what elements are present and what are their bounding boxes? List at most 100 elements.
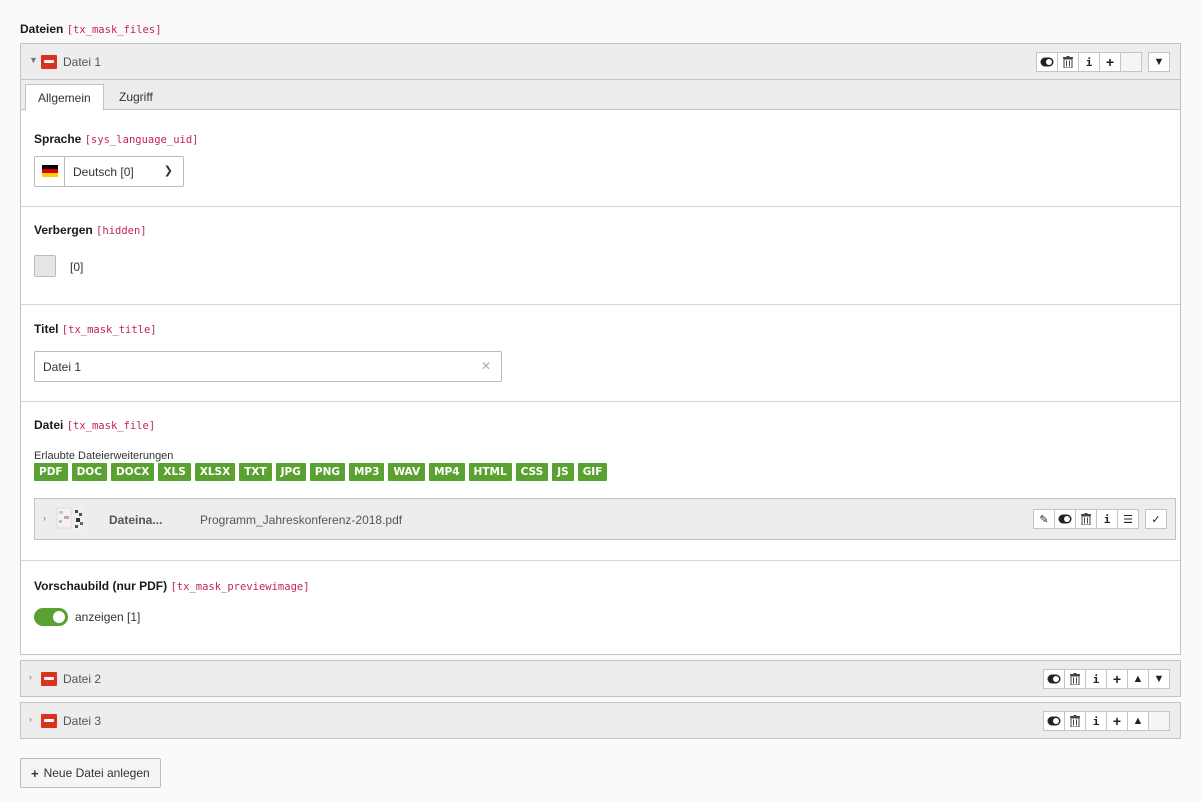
extension-badges: PDF DOC DOCX XLS XLSX TXT JPG PNG MP3 WA… — [34, 463, 611, 481]
checkmark-icon[interactable]: ✓ — [1145, 509, 1167, 529]
record-title: Datei 2 — [63, 672, 102, 686]
section-label: Dateien — [20, 22, 64, 36]
extension-badge: CSS — [515, 463, 549, 481]
field-hidden: Verbergen [hidden] [0] — [21, 207, 1180, 305]
label-text: Datei — [34, 418, 64, 432]
info-icon[interactable]: i — [1085, 669, 1107, 689]
hidden-checkbox[interactable] — [34, 255, 56, 277]
info-icon[interactable]: i — [1085, 711, 1107, 731]
field-code: [sys_language_uid] — [84, 134, 199, 146]
move-down-icon[interactable]: ▼ — [1148, 669, 1170, 689]
info-icon[interactable]: i — [1078, 52, 1100, 72]
label-text: Vorschaubild (nur PDF) — [34, 579, 168, 593]
pdf-file-icon — [41, 672, 57, 686]
extensions-label: Erlaubte Dateierweiterungen — [34, 450, 174, 462]
record-controls: i + ▲ — [1043, 711, 1170, 731]
section-title: Dateien [tx_mask_files] — [20, 22, 162, 36]
delete-icon[interactable] — [1075, 509, 1097, 529]
expand-arrow-icon[interactable]: › — [43, 513, 46, 523]
file-thumbnail — [55, 504, 101, 534]
file-controls: ✎ i ☰ ✓ — [1033, 509, 1167, 529]
empty-control — [1120, 52, 1142, 72]
field-file: Datei [tx_mask_file] Erlaubte Dateierwei… — [21, 402, 1180, 561]
extension-badge: JS — [552, 463, 574, 481]
extension-badge: DOCX — [110, 463, 155, 481]
expand-arrow-icon[interactable]: › — [29, 672, 32, 682]
delete-icon[interactable] — [1064, 669, 1086, 689]
extension-badge: TXT — [239, 463, 272, 481]
chevron-down-icon: ❯ — [163, 165, 173, 177]
edit-pencil-icon[interactable]: ✎ — [1033, 509, 1055, 529]
clear-icon[interactable]: ✕ — [481, 359, 491, 373]
toggle-visibility-icon[interactable] — [1043, 711, 1065, 731]
extension-badge: HTML — [468, 463, 512, 481]
extension-badge: MP3 — [348, 463, 385, 481]
record-header-datei-1[interactable]: ▼ Datei 1 i + ▼ — [20, 43, 1181, 80]
new-file-button[interactable]: + Neue Datei anlegen — [20, 758, 161, 788]
label-text: Sprache — [34, 132, 82, 146]
tab-allgemein[interactable]: Allgemein — [25, 84, 104, 111]
label-text: Verbergen — [34, 223, 93, 237]
toggle-visibility-icon[interactable] — [1036, 52, 1058, 72]
delete-icon[interactable] — [1057, 52, 1079, 72]
extension-badge: PNG — [309, 463, 345, 481]
tab-bar: Allgemein Zugriff — [21, 80, 1180, 111]
record-body-datei-1: Allgemein Zugriff Sprache [sys_language_… — [20, 80, 1181, 655]
extension-badge: DOC — [71, 463, 107, 481]
toggle-visibility-icon[interactable] — [1054, 509, 1076, 529]
de-flag-icon — [42, 165, 58, 177]
info-icon[interactable]: i — [1096, 509, 1118, 529]
collapse-arrow-icon[interactable]: ▼ — [29, 55, 38, 65]
toggle-visibility-icon[interactable] — [1043, 669, 1065, 689]
extension-badge: JPG — [275, 463, 306, 481]
field-code: [tx_mask_file] — [66, 420, 156, 432]
record-controls: i + ▼ — [1036, 52, 1170, 72]
extension-badge: XLSX — [194, 463, 236, 481]
new-file-button-label: Neue Datei anlegen — [43, 766, 150, 780]
expand-arrow-icon[interactable]: › — [29, 714, 32, 724]
extension-badge: MP4 — [429, 463, 465, 481]
move-up-icon[interactable]: ▲ — [1127, 711, 1149, 731]
pdf-file-icon — [41, 714, 57, 728]
field-preview-image: Vorschaubild (nur PDF) [tx_mask_previewi… — [21, 561, 1180, 653]
section-code: [tx_mask_files] — [66, 24, 162, 36]
add-icon[interactable]: + — [1099, 52, 1121, 72]
record-header-datei-3[interactable]: › Datei 3 i + ▲ — [20, 702, 1181, 739]
title-input[interactable]: Datei 1 ✕ — [34, 351, 502, 382]
field-language: Sprache [sys_language_uid] Deutsch [0] ❯ — [21, 110, 1180, 207]
extension-badge: GIF — [577, 463, 608, 481]
field-code: [hidden] — [96, 225, 147, 237]
tab-zugriff[interactable]: Zugriff — [107, 84, 165, 111]
add-icon[interactable]: + — [1106, 711, 1128, 731]
hidden-value: [0] — [70, 260, 84, 274]
file-reference-row[interactable]: › Dateina... Programm_Jahreskonferenz-20… — [34, 498, 1176, 540]
plus-icon: + — [31, 765, 39, 781]
flag-box — [35, 157, 65, 186]
field-label: Verbergen [hidden] — [34, 223, 147, 237]
add-icon[interactable]: + — [1106, 669, 1128, 689]
field-code: [tx_mask_previewimage] — [170, 581, 310, 593]
language-select[interactable]: Deutsch [0] ❯ — [34, 156, 184, 187]
move-up-icon[interactable]: ▲ — [1127, 669, 1149, 689]
language-select-value: Deutsch [0] — [73, 165, 134, 179]
filename-label: Dateina... — [109, 513, 163, 527]
extension-badge: WAV — [388, 463, 426, 481]
field-code: [tx_mask_title] — [61, 324, 157, 336]
empty-control — [1148, 711, 1170, 731]
extension-badge: PDF — [34, 463, 68, 481]
record-title: Datei 1 — [63, 55, 102, 69]
field-label: Vorschaubild (nur PDF) [tx_mask_previewi… — [34, 579, 310, 593]
drag-handle-icon[interactable]: ☰ — [1117, 509, 1139, 529]
preview-toggle-label: anzeigen [1] — [75, 610, 141, 624]
field-label: Sprache [sys_language_uid] — [34, 132, 199, 146]
delete-icon[interactable] — [1064, 711, 1086, 731]
record-controls: i + ▲ ▼ — [1043, 669, 1170, 689]
label-text: Titel — [34, 322, 59, 336]
filename: Programm_Jahreskonferenz-2018.pdf — [200, 513, 403, 527]
pdf-file-icon — [41, 55, 57, 69]
move-down-icon[interactable]: ▼ — [1148, 52, 1170, 72]
field-label: Titel [tx_mask_title] — [34, 322, 157, 336]
title-input-value: Datei 1 — [43, 360, 82, 374]
preview-toggle[interactable] — [34, 608, 68, 626]
record-header-datei-2[interactable]: › Datei 2 i + ▲ ▼ — [20, 660, 1181, 697]
